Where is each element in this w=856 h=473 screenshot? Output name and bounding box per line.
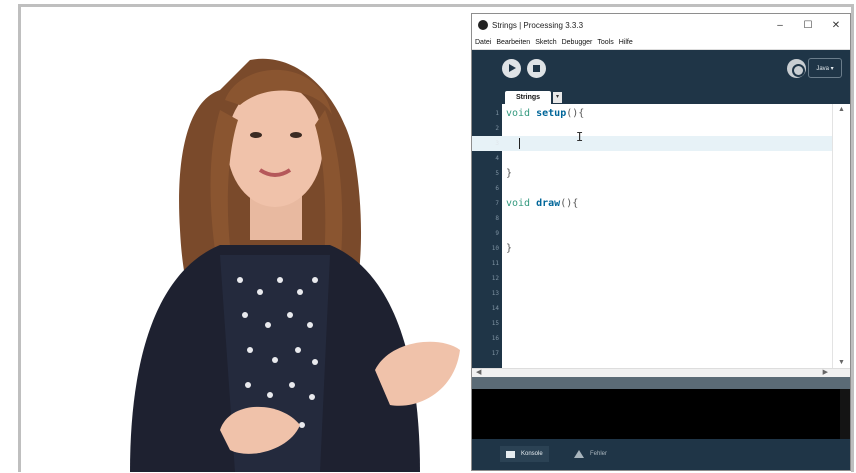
code-line[interactable]: 9 xyxy=(472,226,832,241)
menu-hilfe[interactable]: Hilfe xyxy=(619,39,633,46)
code-text: void setup(){ xyxy=(506,106,584,121)
console-tab[interactable]: Konsole xyxy=(500,446,549,462)
console-tab-label: Konsole xyxy=(521,451,543,457)
code-line[interactable]: 4 xyxy=(472,151,832,166)
code-line[interactable]: 17 xyxy=(472,346,832,361)
code-line[interactable]: 5} xyxy=(472,166,832,181)
line-number: 14 xyxy=(491,305,499,312)
code-line[interactable]: 10} xyxy=(472,241,832,256)
code-line[interactable]: 1 void setup(){ xyxy=(472,106,832,121)
code-text: void draw(){ xyxy=(506,196,578,211)
code-line[interactable]: 11 xyxy=(472,256,832,271)
title-bar: Strings | Processing 3.3.3 – ☐ ✕ xyxy=(472,14,850,36)
line-number: 2 xyxy=(495,125,499,132)
text-cursor-icon: I xyxy=(576,130,584,144)
menu-debugger[interactable]: Debugger xyxy=(562,39,593,46)
code-token: (){ xyxy=(566,108,585,119)
console-scrollbar[interactable] xyxy=(840,389,850,439)
toolbar: Java ▾ xyxy=(472,50,850,88)
tab-menu-arrow-icon[interactable]: ▾ xyxy=(553,92,562,103)
code-line[interactable]: 7 void draw(){ xyxy=(472,196,832,211)
status-bar: Konsole Fehler xyxy=(472,439,850,470)
text-caret xyxy=(519,138,520,149)
scroll-right-icon[interactable]: ▶ xyxy=(823,368,828,376)
maximize-button[interactable]: ☐ xyxy=(794,20,822,31)
code-line[interactable]: 12 xyxy=(472,271,832,286)
console-output xyxy=(472,389,850,439)
line-number: 6 xyxy=(495,185,499,192)
console-divider[interactable] xyxy=(472,377,850,389)
line-number: 17 xyxy=(491,350,499,357)
line-number: 10 xyxy=(491,245,499,252)
code-line[interactable]: 8 xyxy=(472,211,832,226)
processing-logo-icon xyxy=(478,20,488,30)
code-text: } xyxy=(506,241,512,256)
code-line[interactable]: 14 xyxy=(472,301,832,316)
code-token: setup xyxy=(536,108,567,119)
warning-icon xyxy=(574,450,584,458)
code-token: } xyxy=(506,243,513,254)
line-number: 7 xyxy=(495,200,499,207)
presenter-image xyxy=(130,58,460,472)
processing-window: Strings | Processing 3.3.3 – ☐ ✕ Datei B… xyxy=(471,13,851,471)
code-line[interactable]: 6 xyxy=(472,181,832,196)
line-number: 8 xyxy=(495,215,499,222)
code-line[interactable]: 15 xyxy=(472,316,832,331)
debug-icon[interactable] xyxy=(787,59,806,78)
menu-bar: Datei Bearbeiten Sketch Debugger Tools H… xyxy=(472,36,850,50)
line-number: 13 xyxy=(491,290,499,297)
close-button[interactable]: ✕ xyxy=(822,20,850,31)
code-line[interactable]: 16 xyxy=(472,331,832,346)
line-number: 1 xyxy=(495,110,499,117)
line-number: 15 xyxy=(491,320,499,327)
line-number: 5 xyxy=(495,170,499,177)
code-token: draw xyxy=(536,198,561,209)
video-frame: Strings | Processing 3.3.3 – ☐ ✕ Datei B… xyxy=(0,0,856,473)
code-token: void xyxy=(506,108,537,119)
scroll-down-icon[interactable]: ▼ xyxy=(838,359,845,366)
stop-button[interactable] xyxy=(527,59,546,78)
code-token: (){ xyxy=(560,198,579,209)
horizontal-scrollbar[interactable]: ◀ ▶ xyxy=(472,368,850,377)
line-number: 4 xyxy=(495,155,499,162)
line-number: 9 xyxy=(495,230,499,237)
menu-datei[interactable]: Datei xyxy=(475,39,491,46)
line-number: 16 xyxy=(491,335,499,342)
code-line[interactable]: 13 xyxy=(472,286,832,301)
run-button[interactable] xyxy=(502,59,521,78)
code-editor[interactable]: 1 void setup(){2 3 4 5} 6 7 void draw(){8 9 10} 11… xyxy=(472,104,850,368)
code-text: } xyxy=(506,166,512,181)
code-token: void xyxy=(506,198,537,209)
line-number: 3 xyxy=(495,140,499,147)
console-icon xyxy=(506,450,515,458)
code-token: } xyxy=(506,168,513,179)
vertical-scrollbar[interactable]: ▲ ▼ xyxy=(832,104,850,368)
scroll-left-icon[interactable]: ◀ xyxy=(476,368,481,376)
errors-tab-label: Fehler xyxy=(590,451,608,457)
line-number: 12 xyxy=(491,275,499,282)
tab-strings[interactable]: Strings xyxy=(505,91,551,104)
errors-tab[interactable]: Fehler xyxy=(568,446,613,462)
window-title: Strings | Processing 3.3.3 xyxy=(492,20,584,30)
tab-row: Strings ▾ xyxy=(472,88,850,104)
code-line[interactable]: 3 xyxy=(472,136,832,151)
mode-selector[interactable]: Java ▾ xyxy=(808,58,842,78)
menu-bearbeiten[interactable]: Bearbeiten xyxy=(496,39,530,46)
menu-sketch[interactable]: Sketch xyxy=(535,39,556,46)
menu-tools[interactable]: Tools xyxy=(597,39,613,46)
scroll-up-icon[interactable]: ▲ xyxy=(838,106,845,113)
minimize-button[interactable]: – xyxy=(766,20,794,31)
code-line[interactable]: 2 xyxy=(472,121,832,136)
line-number: 11 xyxy=(491,260,499,267)
